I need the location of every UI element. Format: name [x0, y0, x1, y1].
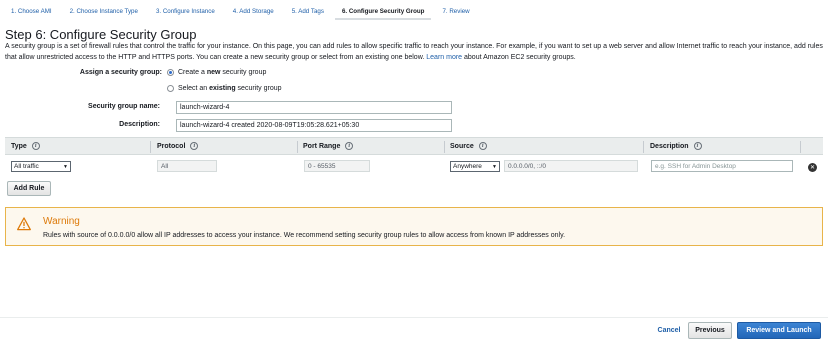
- rule-port-range-field: 0 - 65535: [304, 160, 370, 172]
- step-choose-instance-type[interactable]: 2. Choose Instance Type: [63, 5, 145, 20]
- rule-description-input[interactable]: e.g. SSH for Admin Desktop: [651, 160, 793, 172]
- header-source: Source i: [450, 142, 487, 150]
- radio-create-new[interactable]: Create a new security group: [167, 69, 266, 76]
- rules-table-header: Type i Protocol i Port Range i Source i …: [5, 137, 823, 155]
- page-title: Step 6: Configure Security Group: [5, 27, 197, 42]
- warning-text: Rules with source of 0.0.0.0/0 allow all…: [43, 232, 566, 239]
- add-rule-button[interactable]: Add Rule: [7, 181, 51, 196]
- previous-button[interactable]: Previous: [688, 322, 732, 339]
- header-protocol: Protocol i: [157, 142, 199, 150]
- info-icon[interactable]: i: [31, 142, 40, 150]
- step-configure-instance[interactable]: 3. Configure Instance: [149, 5, 222, 20]
- column-divider: [643, 141, 644, 153]
- info-icon[interactable]: i: [190, 142, 199, 150]
- header-type: Type i: [11, 142, 40, 150]
- intro-text: A security group is a set of firewall ru…: [5, 43, 823, 61]
- column-divider: [150, 141, 151, 153]
- info-icon[interactable]: i: [478, 142, 487, 150]
- assign-security-group-label: Assign a security group:: [79, 69, 162, 76]
- learn-more-link[interactable]: Learn more: [426, 54, 462, 61]
- chevron-down-icon: ▼: [492, 163, 497, 170]
- column-divider: [297, 141, 298, 153]
- remove-rule-icon[interactable]: ✕: [808, 163, 817, 172]
- warning-alert: Warning Rules with source of 0.0.0.0/0 a…: [5, 207, 823, 246]
- description-label: Description:: [119, 121, 160, 128]
- review-and-launch-button[interactable]: Review and Launch: [737, 322, 821, 339]
- rule-type-select[interactable]: All traffic ▼: [11, 161, 71, 172]
- header-port-range: Port Range i: [303, 142, 354, 150]
- security-group-name-input[interactable]: launch-wizard-4: [176, 101, 452, 114]
- cancel-button[interactable]: Cancel: [652, 323, 686, 338]
- column-divider: [444, 141, 445, 153]
- intro-suffix: about Amazon EC2 security groups.: [464, 53, 576, 61]
- description-input[interactable]: launch-wizard-4 created 2020-08-09T19:05…: [176, 119, 452, 132]
- intro-paragraph: A security group is a set of firewall ru…: [5, 42, 825, 63]
- rule-source-cidr-field[interactable]: 0.0.0.0/0, ::/0: [504, 160, 638, 172]
- step-choose-ami[interactable]: 1. Choose AMI: [4, 5, 59, 20]
- step-review[interactable]: 7. Review: [435, 5, 476, 20]
- step-add-storage[interactable]: 4. Add Storage: [226, 5, 281, 20]
- rule-protocol-field: All: [157, 160, 217, 172]
- rule-source-select[interactable]: Anywhere ▼: [450, 161, 500, 172]
- radio-create-new-button[interactable]: [167, 69, 174, 76]
- warning-title: Warning: [43, 216, 80, 227]
- wizard-steps: 1. Choose AMI 2. Choose Instance Type 3.…: [4, 5, 481, 20]
- info-icon[interactable]: i: [345, 142, 354, 150]
- column-divider: [800, 141, 801, 153]
- security-group-name-label: Security group name:: [88, 103, 160, 110]
- radio-select-existing[interactable]: Select an existing security group: [167, 85, 282, 92]
- radio-select-existing-label: Select an existing security group: [178, 85, 282, 92]
- step-add-tags[interactable]: 5. Add Tags: [285, 5, 331, 20]
- step-configure-security-group[interactable]: 6. Configure Security Group: [334, 5, 432, 20]
- info-icon[interactable]: i: [693, 142, 702, 150]
- header-description: Description i: [650, 142, 702, 150]
- radio-select-existing-button[interactable]: [167, 85, 174, 92]
- warning-triangle-icon: [17, 217, 31, 231]
- radio-create-new-label: Create a new security group: [178, 69, 267, 76]
- chevron-down-icon: ▼: [63, 163, 68, 170]
- footer-divider: [0, 317, 828, 318]
